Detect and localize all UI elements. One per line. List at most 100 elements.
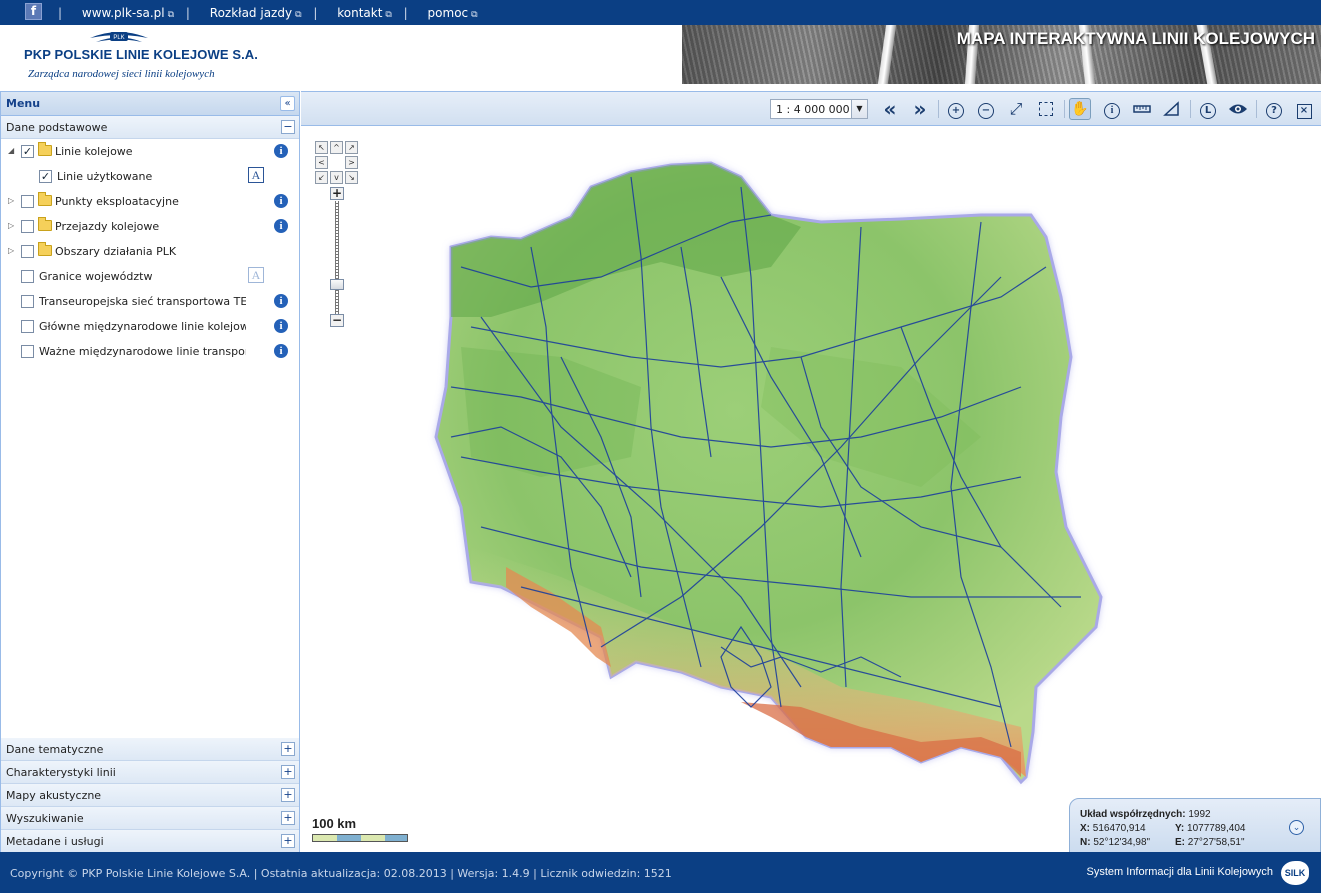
nav-separator: | [58, 6, 63, 20]
pan-ne-icon[interactable]: ↗ [345, 141, 358, 154]
select-box-icon[interactable] [1035, 98, 1057, 120]
full-extent-icon[interactable]: ⤢ [1005, 98, 1027, 120]
layer-label[interactable]: Transeuropejska sieć transportowa TEN-T [39, 295, 246, 308]
zoom-in-button[interactable]: + [330, 187, 344, 200]
pan-nw-icon[interactable]: ↖ [315, 141, 328, 154]
top-nav-links: | www.plk-sa.pl ⧉ | Rozkład jazdy ⧉ | kont… [50, 6, 478, 20]
coord-e-label: E: [1175, 837, 1185, 848]
layer-checkbox[interactable] [21, 270, 34, 283]
zoom-out-icon[interactable]: − [975, 98, 997, 120]
toolbar-separator [1064, 100, 1065, 118]
layer-checkbox[interactable] [21, 245, 34, 258]
zoom-thumb[interactable] [330, 279, 344, 290]
layer-label[interactable]: Linie kolejowe [55, 145, 255, 158]
measure-distance-icon[interactable] [1131, 98, 1153, 120]
label-toggle-icon[interactable]: A [248, 267, 264, 283]
layer-row-obszary: ▷ Obszary działania PLK [1, 239, 297, 264]
expand-section-icon[interactable]: + [281, 834, 295, 848]
layer-checkbox[interactable] [21, 195, 34, 208]
expand-section-icon[interactable]: + [281, 788, 295, 802]
plk-logo-icon[interactable]: PLK [88, 28, 150, 46]
layer-checkbox[interactable] [21, 320, 34, 333]
zoom-in-icon[interactable]: + [945, 98, 967, 120]
nav-link-contact[interactable]: kontakt ⧉ [337, 6, 392, 20]
menu-panel: Menu « Dane podstawowe − ◢ ✓ Linie kolej… [0, 91, 300, 853]
nav-link-label: pomoc [427, 6, 469, 20]
label-toggle-icon[interactable]: A [248, 167, 264, 183]
map-canvas[interactable] [301, 127, 1321, 817]
collapse-menu-icon[interactable]: « [280, 96, 295, 111]
visibility-icon[interactable] [1227, 98, 1249, 120]
pan-se-icon[interactable]: ↘ [345, 171, 358, 184]
info-glyph: i [1104, 103, 1120, 119]
map-toolbar: 1 : 4 000 000 ▼ « » + − ⤢ ✋ i L ? × [301, 92, 1321, 126]
layer-checkbox[interactable] [21, 295, 34, 308]
info-icon[interactable]: i [274, 219, 288, 233]
coord-y-row: Y: 1077789,404 [1175, 823, 1245, 834]
menu-header: Menu « [1, 92, 299, 116]
facebook-icon[interactable]: f [25, 3, 42, 20]
chevron-down-icon[interactable]: ⌄ [1289, 820, 1304, 835]
section-search[interactable]: Wyszukiwanie + [1, 807, 299, 830]
close-icon[interactable]: × [1293, 98, 1315, 120]
info-icon[interactable]: i [274, 194, 288, 208]
footer-copyright: Copyright © PKP Polskie Linie Kolejowe S… [10, 867, 672, 880]
company-name[interactable]: PKP POLSKIE LINIE KOLEJOWE S.A. [24, 47, 258, 62]
info-icon[interactable]: i [274, 144, 288, 158]
scale-select[interactable]: 1 : 4 000 000 ▼ [770, 99, 868, 119]
expand-arrow-icon[interactable]: ▷ [8, 221, 14, 230]
layer-checkbox[interactable]: ✓ [39, 170, 52, 183]
info-icon[interactable]: i [274, 319, 288, 333]
nav-separator: | [403, 6, 408, 20]
layer-label[interactable]: Ważne międzynarodowe linie transportu ko… [39, 345, 246, 358]
info-icon[interactable]: i [1101, 98, 1123, 120]
layer-label[interactable]: Przejazdy kolejowe [55, 220, 255, 233]
pan-west-icon[interactable]: < [315, 156, 328, 169]
layer-row-agtc: Ważne międzynarodowe linie transportu ko… [1, 339, 297, 364]
expand-section-icon[interactable]: + [281, 811, 295, 825]
external-link-icon: ⧉ [295, 10, 302, 20]
pan-sw-icon[interactable]: ↙ [315, 171, 328, 184]
expand-arrow-icon[interactable]: ▷ [8, 246, 14, 255]
layer-checkbox[interactable]: ✓ [21, 145, 34, 158]
pan-hand-icon[interactable]: ✋ [1069, 98, 1091, 120]
coord-y-value: 1077789,404 [1187, 823, 1246, 834]
pan-north-icon[interactable]: ^ [330, 141, 343, 154]
section-thematic-data[interactable]: Dane tematyczne + [1, 738, 299, 761]
section-label: Mapy akustyczne [6, 789, 102, 802]
collapse-section-icon[interactable]: − [281, 120, 295, 134]
pan-east-icon[interactable]: > [345, 156, 358, 169]
chevron-down-icon[interactable]: ▼ [851, 100, 867, 118]
nav-link-label: kontakt [337, 6, 383, 20]
zoom-out-button[interactable]: − [330, 314, 344, 327]
expand-arrow-icon[interactable]: ▷ [8, 196, 14, 205]
expand-arrow-icon[interactable]: ◢ [8, 146, 14, 155]
layer-label[interactable]: Punkty eksploatacyjne [55, 195, 255, 208]
section-line-characteristics[interactable]: Charakterystyki linii + [1, 761, 299, 784]
section-acoustic-maps[interactable]: Mapy akustyczne + [1, 784, 299, 807]
measure-area-icon[interactable] [1161, 98, 1183, 120]
back-icon[interactable]: « [879, 98, 901, 120]
coordinates-panel: Układ współrzędnych: 1992 X: 516470,914 … [1069, 798, 1321, 853]
section-metadata[interactable]: Metadane i usługi + [1, 830, 299, 853]
legend-icon[interactable]: L [1197, 98, 1219, 120]
help-icon[interactable]: ? [1263, 98, 1285, 120]
nav-link-plk[interactable]: www.plk-sa.pl ⧉ [82, 6, 174, 20]
pan-south-icon[interactable]: v [330, 171, 343, 184]
nav-link-timetable[interactable]: Rozkład jazdy ⧉ [210, 6, 302, 20]
layer-label[interactable]: Obszary działania PLK [55, 245, 255, 258]
silk-logo-icon[interactable]: SILK [1281, 861, 1309, 885]
nav-link-help[interactable]: pomoc ⧉ [428, 6, 478, 20]
layer-label[interactable]: Główne międzynarodowe linie kolejowe AGC [39, 320, 246, 333]
layer-checkbox[interactable] [21, 220, 34, 233]
info-icon[interactable]: i [274, 294, 288, 308]
expand-section-icon[interactable]: + [281, 742, 295, 756]
info-icon[interactable]: i [274, 344, 288, 358]
layer-checkbox[interactable] [21, 345, 34, 358]
section-basic-data[interactable]: Dane podstawowe − [1, 116, 299, 139]
zoom-track[interactable] [335, 201, 339, 314]
expand-section-icon[interactable]: + [281, 765, 295, 779]
forward-icon[interactable]: » [909, 98, 931, 120]
layer-label[interactable]: Linie użytkowane [57, 170, 237, 183]
layer-label[interactable]: Granice województw [39, 270, 239, 283]
